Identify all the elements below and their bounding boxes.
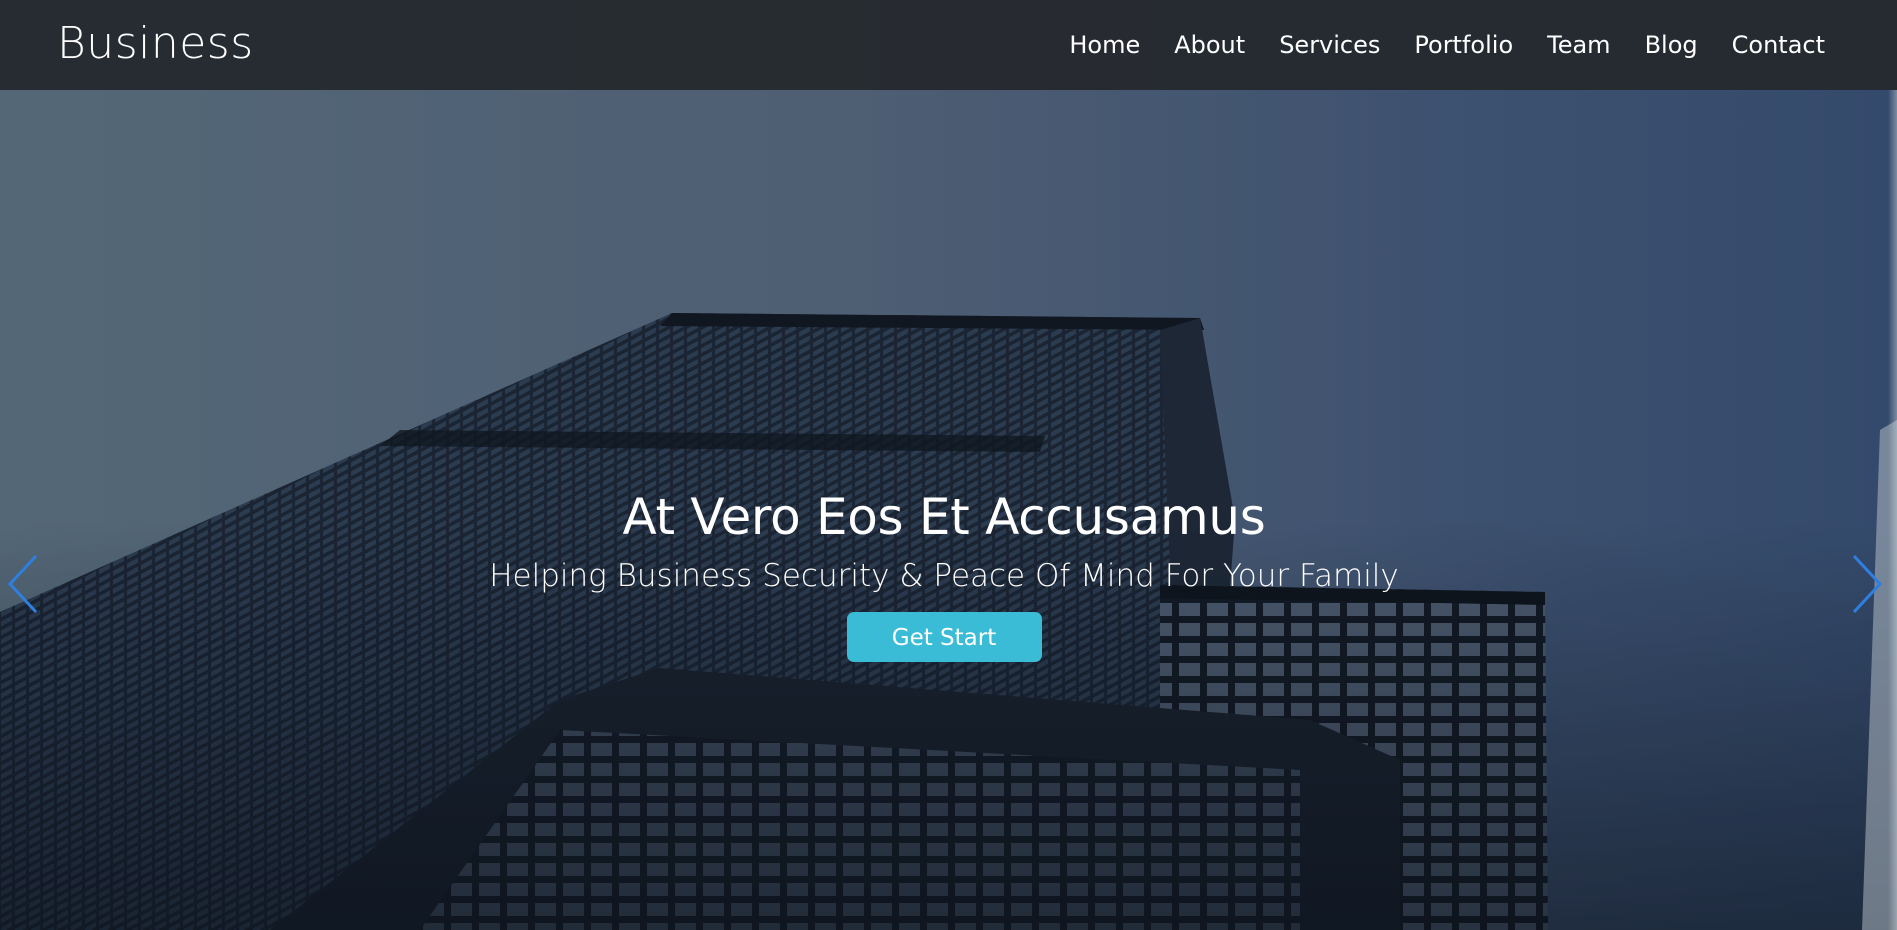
nav-link-portfolio[interactable]: Portfolio [1397, 33, 1530, 57]
slide-edge [1888, 90, 1897, 930]
nav-link-team[interactable]: Team [1530, 33, 1627, 57]
nav-link-blog[interactable]: Blog [1628, 33, 1715, 57]
page: Business Home About Services Portfolio T… [0, 0, 1897, 930]
hero-title: At Vero Eos Et Accusamus [622, 488, 1266, 546]
nav-link-services[interactable]: Services [1262, 33, 1397, 57]
hero-slide-background [0, 0, 1897, 930]
hero-subtitle: Helping Business Security & Peace Of Min… [489, 558, 1399, 594]
hero-caption: At Vero Eos Et Accusamus Helping Busines… [0, 488, 1888, 663]
brand-logo[interactable]: Business [57, 22, 254, 66]
get-start-button[interactable]: Get Start [846, 612, 1042, 663]
nav-link-contact[interactable]: Contact [1715, 33, 1825, 57]
navbar: Business Home About Services Portfolio T… [0, 0, 1897, 90]
nav-link-home[interactable]: Home [1052, 33, 1157, 57]
nav-links: Home About Services Portfolio Team Blog … [1052, 33, 1825, 57]
nav-link-about[interactable]: About [1157, 33, 1262, 57]
hero-overlay [0, 0, 1897, 930]
